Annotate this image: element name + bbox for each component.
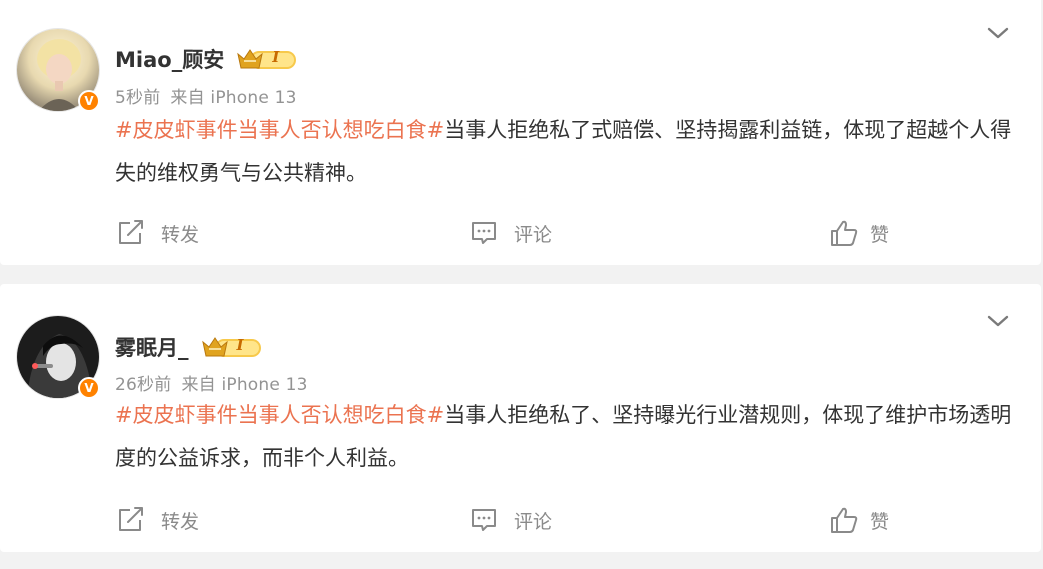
like-button[interactable]: 赞 <box>830 500 889 540</box>
thumbs-up-icon <box>830 219 858 247</box>
vip-badge[interactable]: I <box>236 45 300 73</box>
repost-button[interactable]: 转发 <box>117 213 199 253</box>
author-row: Miao_顾安 I <box>115 44 300 74</box>
post-meta: 26秒前 来自 iPhone 13 <box>115 370 308 395</box>
comment-label: 评论 <box>514 510 553 533</box>
vip-badge[interactable]: I <box>201 333 265 361</box>
post-card: V Miao_顾安 I 5秒前 来自 iPhone 13 #皮皮虾事件当事人否认想… <box>0 0 1041 265</box>
like-label: 赞 <box>870 223 890 246</box>
post-content: #皮皮虾事件当事人否认想吃白食#当事人拒绝私了式赔偿、坚持揭露利益链，体现了超越… <box>115 109 1015 195</box>
post-menu-button[interactable] <box>985 308 1011 334</box>
vip-level: I <box>272 48 280 66</box>
post-card: V 雾眠月_ I 26秒前 来自 iPhone 13 #皮皮虾事件当事人否认想吃白… <box>0 284 1041 552</box>
repost-icon <box>117 507 145 533</box>
repost-label: 转发 <box>161 223 200 246</box>
thumbs-up-icon <box>830 506 858 534</box>
weibo-feed: V Miao_顾安 I 5秒前 来自 iPhone 13 #皮皮虾事件当事人否认想… <box>0 0 1043 569</box>
post-time[interactable]: 26秒前 <box>115 375 171 395</box>
post-source: 来自 iPhone 13 <box>181 375 308 395</box>
repost-icon <box>117 220 145 246</box>
post-content: #皮皮虾事件当事人否认想吃白食#当事人拒绝私了、坚持曝光行业潜规则，体现了维护市… <box>115 394 1015 480</box>
username[interactable]: 雾眠月_ <box>115 332 189 362</box>
like-label: 赞 <box>870 510 890 533</box>
vip-level: I <box>236 336 244 354</box>
crown-vip-icon <box>237 49 297 69</box>
comment-icon <box>470 507 498 533</box>
comment-button[interactable]: 评论 <box>470 213 552 253</box>
hashtag-link[interactable]: #皮皮虾事件当事人否认想吃白食# <box>115 118 444 142</box>
author-row: 雾眠月_ I <box>115 332 265 362</box>
like-button[interactable]: 赞 <box>830 213 889 253</box>
chevron-down-icon <box>987 27 1009 39</box>
post-meta: 5秒前 来自 iPhone 13 <box>115 83 297 108</box>
verified-badge: V <box>78 90 100 112</box>
comment-icon <box>470 220 498 246</box>
repost-label: 转发 <box>161 510 200 533</box>
post-menu-button[interactable] <box>985 20 1011 46</box>
action-bar: 转发 评论 赞 <box>0 213 1041 253</box>
post-time[interactable]: 5秒前 <box>115 88 160 108</box>
post-source: 来自 iPhone 13 <box>170 88 297 108</box>
verified-badge: V <box>78 377 100 399</box>
hashtag-link[interactable]: #皮皮虾事件当事人否认想吃白食# <box>115 403 444 427</box>
repost-button[interactable]: 转发 <box>117 500 199 540</box>
comment-label: 评论 <box>514 223 553 246</box>
avatar[interactable]: V <box>16 315 100 399</box>
avatar[interactable]: V <box>16 28 100 112</box>
comment-button[interactable]: 评论 <box>470 500 552 540</box>
chevron-down-icon <box>987 315 1009 327</box>
crown-vip-icon <box>201 337 261 357</box>
action-bar: 转发 评论 赞 <box>0 500 1041 540</box>
username[interactable]: Miao_顾安 <box>115 44 224 74</box>
